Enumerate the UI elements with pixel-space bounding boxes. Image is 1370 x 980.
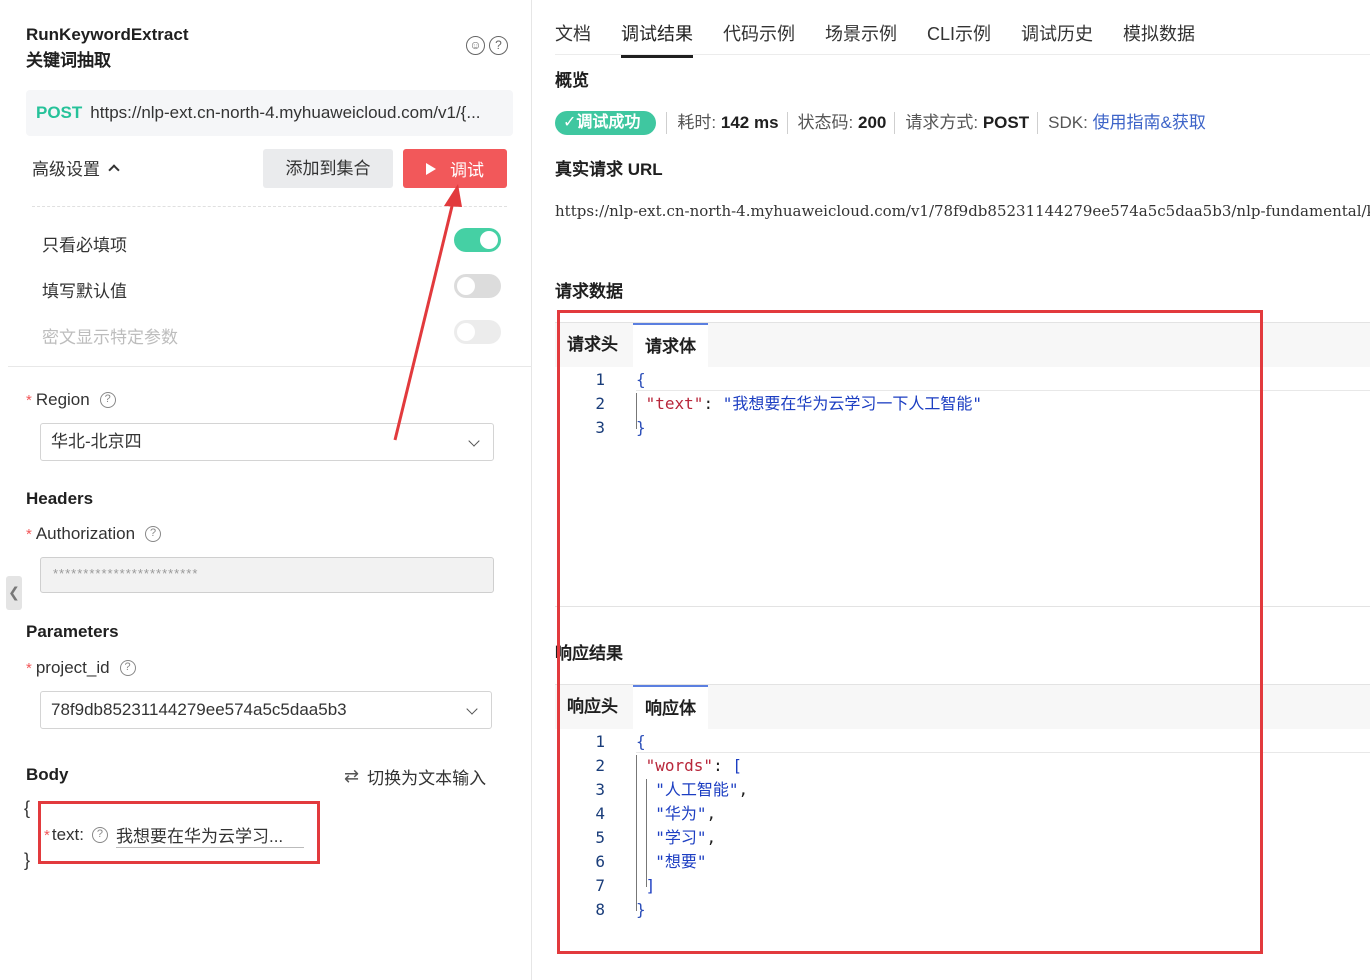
arrow-head [444, 184, 462, 207]
arrow-shaft [393, 197, 456, 441]
annotation-arrow [393, 184, 462, 441]
